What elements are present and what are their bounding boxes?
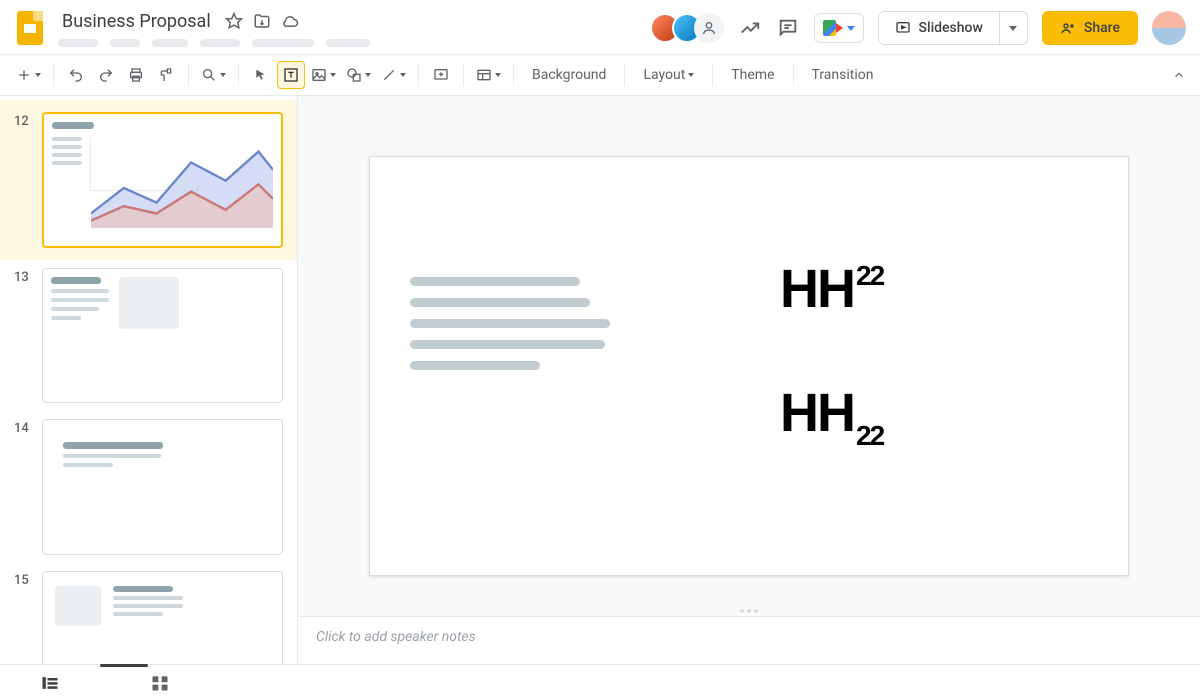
formula-text-box[interactable]: HH22 HH22 [780, 262, 881, 510]
version-history-icon[interactable] [738, 16, 762, 40]
paint-format-button[interactable] [152, 61, 180, 89]
insert-shape-tool[interactable] [342, 61, 375, 89]
insert-line-tool[interactable] [377, 61, 410, 89]
collaborator-avatars[interactable] [658, 13, 724, 43]
document-title[interactable]: Business Proposal [58, 10, 215, 33]
text-box-tool[interactable] [277, 61, 305, 89]
notes-resize-handle[interactable] [298, 606, 1200, 616]
theme-button[interactable]: Theme [721, 61, 784, 89]
slideshow-dropdown[interactable] [1000, 11, 1028, 45]
title-bar: Business Proposal [0, 0, 1200, 54]
speaker-notes-input[interactable]: Click to add speaker notes [298, 616, 1200, 664]
view-switcher [0, 664, 1200, 700]
slide-filmstrip[interactable]: 12 [0, 96, 298, 664]
toolbar: Background Layout Theme Transition [0, 54, 1200, 96]
slideshow-label: Slideshow [919, 20, 983, 36]
filmstrip-view-button[interactable] [40, 673, 60, 693]
select-tool[interactable] [247, 61, 275, 89]
superscript-example: HH22 [780, 262, 881, 316]
chevron-down-icon [847, 26, 855, 31]
slide-thumbnail-14[interactable]: 14 [0, 411, 297, 563]
app-logo[interactable] [14, 8, 46, 48]
current-slide[interactable]: HH22 HH22 [369, 156, 1129, 576]
slide-thumbnail-12[interactable]: 12 [0, 100, 297, 260]
comments-icon[interactable] [776, 16, 800, 40]
layout-button[interactable]: Layout [633, 61, 704, 89]
body-text-placeholder[interactable] [410, 277, 620, 370]
undo-button[interactable] [62, 61, 90, 89]
share-label: Share [1084, 20, 1120, 36]
subscript-example: HH22 [780, 386, 881, 440]
share-button[interactable]: Share [1042, 11, 1138, 45]
insert-comment-tool[interactable] [427, 61, 455, 89]
zoom-button[interactable] [197, 61, 230, 89]
print-button[interactable] [122, 61, 150, 89]
grid-view-button[interactable] [150, 673, 170, 693]
account-avatar[interactable] [1152, 11, 1186, 45]
menu-bar[interactable] [58, 39, 370, 47]
transition-button[interactable]: Transition [802, 61, 884, 89]
new-slide-button[interactable] [12, 61, 45, 89]
star-icon[interactable] [225, 12, 243, 30]
slideshow-button[interactable]: Slideshow [878, 11, 1000, 45]
slide-thumbnail-13[interactable]: 13 [0, 260, 297, 412]
collapse-toolbar-button[interactable] [1170, 66, 1188, 84]
slide-layout-control[interactable] [472, 61, 505, 89]
slide-thumbnail-15[interactable]: 15 [0, 563, 297, 664]
meet-icon [823, 20, 843, 36]
collaborator-anonymous[interactable] [694, 13, 724, 43]
cloud-status-icon[interactable] [281, 12, 299, 30]
background-button[interactable]: Background [522, 61, 616, 89]
redo-button[interactable] [92, 61, 120, 89]
canvas-area: HH22 HH22 Click to add speaker notes [298, 96, 1200, 664]
meet-button[interactable] [814, 13, 864, 43]
insert-image-tool[interactable] [307, 61, 340, 89]
move-to-folder-icon[interactable] [253, 12, 271, 30]
